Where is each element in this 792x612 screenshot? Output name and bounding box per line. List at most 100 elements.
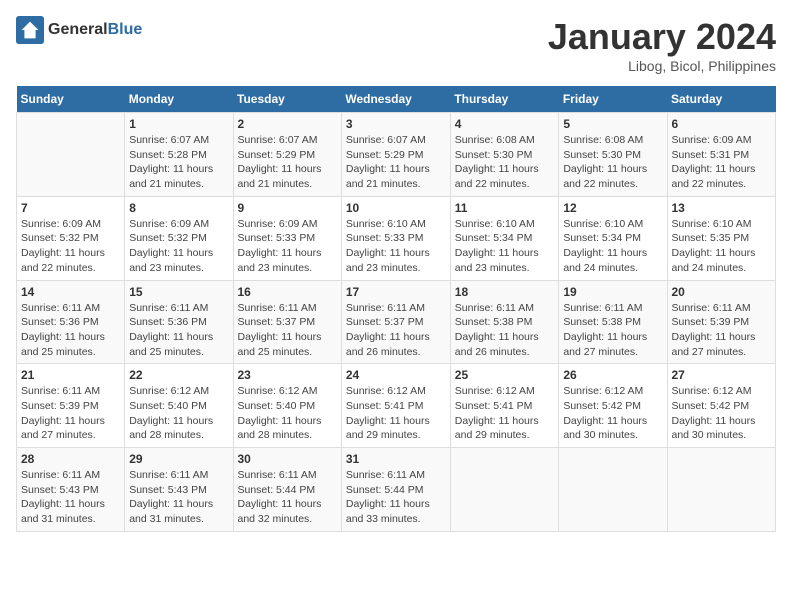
calendar-title: January 2024 <box>548 16 776 58</box>
calendar-cell: 22Sunrise: 6:12 AMSunset: 5:40 PMDayligh… <box>125 364 233 448</box>
col-friday: Friday <box>559 86 667 113</box>
calendar-cell: 11Sunrise: 6:10 AMSunset: 5:34 PMDayligh… <box>450 196 559 280</box>
day-number: 6 <box>672 117 772 131</box>
calendar-cell <box>667 448 776 532</box>
calendar-cell: 9 Sunrise: 6:09 AMSunset: 5:33 PMDaylight… <box>233 196 341 280</box>
day-info: Sunrise: 6:10 AMSunset: 5:35 PMDaylight:… <box>672 217 772 276</box>
day-number: 27 <box>672 368 772 382</box>
calendar-cell: 8 Sunrise: 6:09 AMSunset: 5:32 PMDaylight… <box>125 196 233 280</box>
calendar-cell: 31 Sunrise: 6:11 AMSunset: 5:44 PMDayligh… <box>341 448 450 532</box>
calendar-cell: 16Sunrise: 6:11 AMSunset: 5:37 PMDayligh… <box>233 280 341 364</box>
day-number: 26 <box>563 368 662 382</box>
day-number: 2 <box>238 117 337 131</box>
day-number: 4 <box>455 117 555 131</box>
logo: GeneralBlue <box>16 16 142 44</box>
day-number: 17 <box>346 285 446 299</box>
day-info: Sunrise: 6:11 AMSunset: 5:44 PMDaylight:… <box>346 468 446 527</box>
page-header: GeneralBlue January 2024 Libog, Bicol, P… <box>16 16 776 74</box>
day-number: 11 <box>455 201 555 215</box>
col-sunday: Sunday <box>17 86 125 113</box>
day-info: Sunrise: 6:08 AMSunset: 5:30 PMDaylight:… <box>455 133 555 192</box>
calendar-week-row: 21 Sunrise: 6:11 AMSunset: 5:39 PMDayligh… <box>17 364 776 448</box>
calendar-week-row: 7 Sunrise: 6:09 AMSunset: 5:32 PMDaylight… <box>17 196 776 280</box>
day-info: Sunrise: 6:09 AMSunset: 5:32 PMDaylight:… <box>129 217 228 276</box>
day-number: 8 <box>129 201 228 215</box>
calendar-cell: 4 Sunrise: 6:08 AMSunset: 5:30 PMDaylight… <box>450 113 559 197</box>
calendar-cell: 7Sunrise: 6:09 AMSunset: 5:32 PMDaylight… <box>17 196 125 280</box>
calendar-cell: 14 Sunrise: 6:11 AMSunset: 5:36 PMDayligh… <box>17 280 125 364</box>
calendar-cell: 23 Sunrise: 6:12 AMSunset: 5:40 PMDayligh… <box>233 364 341 448</box>
day-number: 19 <box>563 285 662 299</box>
day-number: 3 <box>346 117 446 131</box>
calendar-week-row: 1Sunrise: 6:07 AMSunset: 5:28 PMDaylight… <box>17 113 776 197</box>
day-info: Sunrise: 6:11 AMSunset: 5:39 PMDaylight:… <box>21 384 120 443</box>
day-info: Sunrise: 6:10 AMSunset: 5:33 PMDaylight:… <box>346 217 446 276</box>
day-info: Sunrise: 6:12 AMSunset: 5:42 PMDaylight:… <box>563 384 662 443</box>
calendar-cell: 13 Sunrise: 6:10 AMSunset: 5:35 PMDayligh… <box>667 196 776 280</box>
day-number: 7 <box>21 201 120 215</box>
day-info: Sunrise: 6:11 AMSunset: 5:36 PMDaylight:… <box>129 301 228 360</box>
day-number: 18 <box>455 285 555 299</box>
calendar-cell: 1Sunrise: 6:07 AMSunset: 5:28 PMDaylight… <box>125 113 233 197</box>
calendar-cell: 12 Sunrise: 6:10 AMSunset: 5:34 PMDayligh… <box>559 196 667 280</box>
calendar-cell <box>17 113 125 197</box>
calendar-cell: 30 Sunrise: 6:11 AMSunset: 5:44 PMDayligh… <box>233 448 341 532</box>
col-monday: Monday <box>125 86 233 113</box>
calendar-cell <box>450 448 559 532</box>
day-number: 14 <box>21 285 120 299</box>
title-section: January 2024 Libog, Bicol, Philippines <box>548 16 776 74</box>
logo-general-text: GeneralBlue <box>48 21 142 39</box>
calendar-cell: 6 Sunrise: 6:09 AMSunset: 5:31 PMDaylight… <box>667 113 776 197</box>
day-number: 16 <box>238 285 337 299</box>
day-number: 23 <box>238 368 337 382</box>
col-thursday: Thursday <box>450 86 559 113</box>
day-number: 21 <box>21 368 120 382</box>
calendar-cell: 2 Sunrise: 6:07 AMSunset: 5:29 PMDaylight… <box>233 113 341 197</box>
day-info: Sunrise: 6:12 AMSunset: 5:42 PMDaylight:… <box>672 384 772 443</box>
day-number: 5 <box>563 117 662 131</box>
day-info: Sunrise: 6:10 AMSunset: 5:34 PMDaylight:… <box>563 217 662 276</box>
col-saturday: Saturday <box>667 86 776 113</box>
day-info: Sunrise: 6:12 AMSunset: 5:40 PMDaylight:… <box>129 384 228 443</box>
day-info: Sunrise: 6:12 AMSunset: 5:41 PMDaylight:… <box>346 384 446 443</box>
day-info: Sunrise: 6:11 AMSunset: 5:38 PMDaylight:… <box>563 301 662 360</box>
calendar-cell: 3 Sunrise: 6:07 AMSunset: 5:29 PMDaylight… <box>341 113 450 197</box>
calendar-week-row: 14 Sunrise: 6:11 AMSunset: 5:36 PMDayligh… <box>17 280 776 364</box>
day-number: 28 <box>21 452 120 466</box>
day-number: 24 <box>346 368 446 382</box>
day-number: 30 <box>238 452 337 466</box>
calendar-cell: 5 Sunrise: 6:08 AMSunset: 5:30 PMDaylight… <box>559 113 667 197</box>
calendar-cell: 26 Sunrise: 6:12 AMSunset: 5:42 PMDayligh… <box>559 364 667 448</box>
calendar-cell: 15 Sunrise: 6:11 AMSunset: 5:36 PMDayligh… <box>125 280 233 364</box>
day-info: Sunrise: 6:07 AMSunset: 5:29 PMDaylight:… <box>238 133 337 192</box>
day-info: Sunrise: 6:07 AMSunset: 5:29 PMDaylight:… <box>346 133 446 192</box>
day-number: 10 <box>346 201 446 215</box>
day-info: Sunrise: 6:09 AMSunset: 5:31 PMDaylight:… <box>672 133 772 192</box>
calendar-cell: 10 Sunrise: 6:10 AMSunset: 5:33 PMDayligh… <box>341 196 450 280</box>
day-info: Sunrise: 6:11 AMSunset: 5:39 PMDaylight:… <box>672 301 772 360</box>
day-info: Sunrise: 6:09 AMSunset: 5:33 PMDaylight:… <box>238 217 337 276</box>
day-info: Sunrise: 6:12 AMSunset: 5:41 PMDaylight:… <box>455 384 555 443</box>
day-info: Sunrise: 6:12 AMSunset: 5:40 PMDaylight:… <box>238 384 337 443</box>
day-info: Sunrise: 6:11 AMSunset: 5:43 PMDaylight:… <box>21 468 120 527</box>
day-number: 29 <box>129 452 228 466</box>
day-number: 31 <box>346 452 446 466</box>
calendar-cell <box>559 448 667 532</box>
day-info: Sunrise: 6:11 AMSunset: 5:44 PMDaylight:… <box>238 468 337 527</box>
day-number: 15 <box>129 285 228 299</box>
day-number: 9 <box>238 201 337 215</box>
calendar-table: Sunday Monday Tuesday Wednesday Thursday… <box>16 86 776 532</box>
calendar-cell: 25Sunrise: 6:12 AMSunset: 5:41 PMDayligh… <box>450 364 559 448</box>
calendar-cell: 19 Sunrise: 6:11 AMSunset: 5:38 PMDayligh… <box>559 280 667 364</box>
day-info: Sunrise: 6:11 AMSunset: 5:43 PMDaylight:… <box>129 468 228 527</box>
day-info: Sunrise: 6:08 AMSunset: 5:30 PMDaylight:… <box>563 133 662 192</box>
day-number: 13 <box>672 201 772 215</box>
day-info: Sunrise: 6:11 AMSunset: 5:36 PMDaylight:… <box>21 301 120 360</box>
day-info: Sunrise: 6:11 AMSunset: 5:37 PMDaylight:… <box>346 301 446 360</box>
calendar-cell: 24 Sunrise: 6:12 AMSunset: 5:41 PMDayligh… <box>341 364 450 448</box>
calendar-cell: 29 Sunrise: 6:11 AMSunset: 5:43 PMDayligh… <box>125 448 233 532</box>
day-number: 12 <box>563 201 662 215</box>
day-info: Sunrise: 6:11 AMSunset: 5:38 PMDaylight:… <box>455 301 555 360</box>
day-info: Sunrise: 6:07 AMSunset: 5:28 PMDaylight:… <box>129 133 228 192</box>
calendar-cell: 27 Sunrise: 6:12 AMSunset: 5:42 PMDayligh… <box>667 364 776 448</box>
